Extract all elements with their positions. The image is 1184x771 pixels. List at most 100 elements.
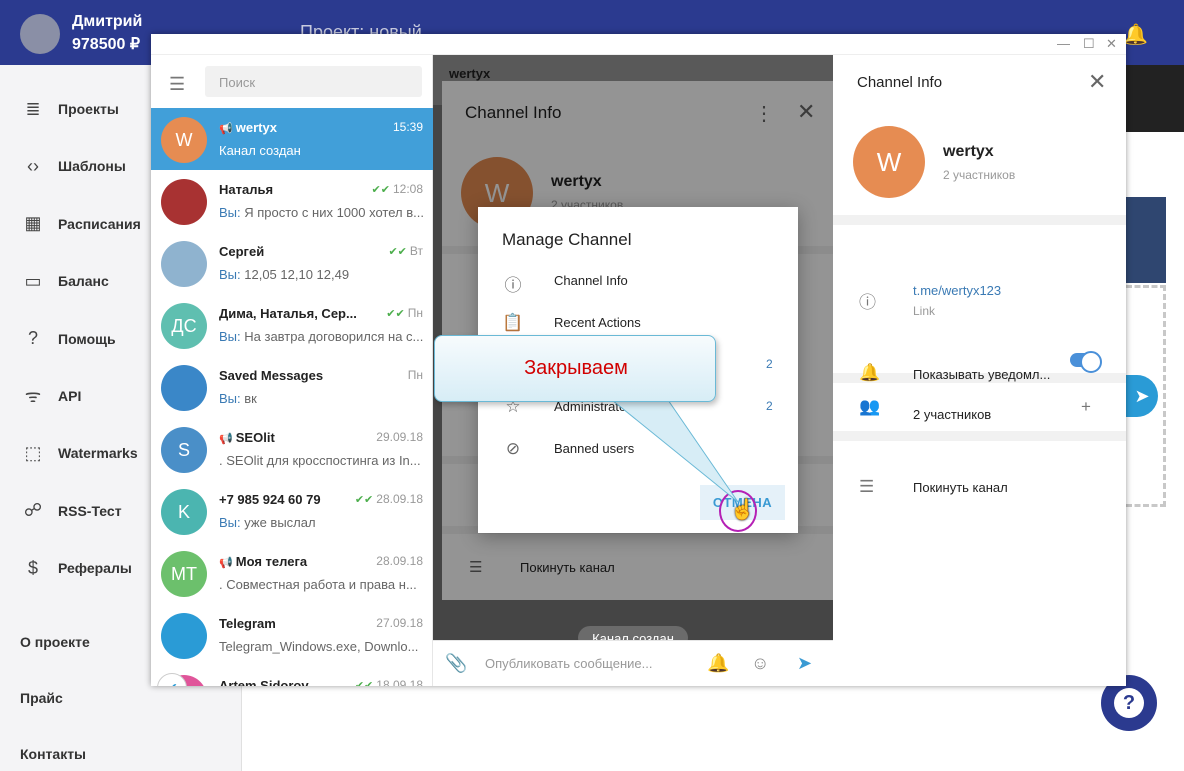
notifications-toggle[interactable] bbox=[1070, 351, 1102, 373]
chat-time: 27.09.18 bbox=[376, 616, 423, 630]
right-title: Channel Info bbox=[857, 74, 943, 91]
chat-name-text: +7 985 924 60 79 bbox=[219, 492, 321, 507]
chat-message: На завтра договорился на с... bbox=[244, 329, 424, 344]
sidebar-item-0[interactable]: ≣ Проекты bbox=[22, 94, 118, 124]
chat-time: 15:39 bbox=[393, 120, 423, 134]
modal-item[interactable]: Recent Actions bbox=[554, 315, 641, 330]
modal-item[interactable]: Channel Info bbox=[554, 273, 628, 288]
sidebar-item-7[interactable]: ☍ RSS-Тест bbox=[22, 496, 122, 526]
chat-list-item[interactable]: K +7 985 924 60 79 ✔✔ 28.09.18 Вы: уже высла… bbox=[151, 480, 433, 542]
sidebar-item-6[interactable]: ⬚ Watermarks bbox=[22, 438, 138, 468]
maximize-icon[interactable]: ☐ bbox=[1083, 36, 1095, 52]
read-check-icon: ✔✔ bbox=[386, 308, 405, 320]
sidebar-item-label: Watermarks bbox=[58, 445, 138, 462]
close-window-icon[interactable]: ✕ bbox=[1106, 36, 1117, 52]
search-input[interactable]: Поиск bbox=[205, 66, 422, 97]
sidebar-item-4[interactable]: ? Помощь bbox=[22, 324, 116, 354]
chat-list-item[interactable]: Saved Messages Пн Вы: вк bbox=[151, 356, 433, 418]
chat-preview: Вы: Я просто с них 1000 хотел в... bbox=[219, 205, 424, 220]
sidebar-item-1[interactable]: ‹› Шаблоны bbox=[22, 151, 126, 181]
sidebar-item-5[interactable]: ᯤ API bbox=[22, 381, 82, 411]
chat-list-item[interactable]: Наталья ✔✔ 12:08 Вы: Я просто с них 1000 хо… bbox=[151, 170, 433, 232]
chat-time-text: Пн bbox=[407, 368, 423, 382]
leave-channel[interactable]: Покинуть канал bbox=[913, 480, 1008, 495]
chat-avatar: K bbox=[161, 489, 207, 535]
chat-message: вк bbox=[244, 391, 257, 406]
link-label: Link bbox=[913, 304, 936, 318]
modal-item-count: 2 bbox=[766, 399, 773, 413]
sidebar-item-8[interactable]: $ Рефералы bbox=[22, 553, 132, 583]
chat-list-item[interactable]: Сергей ✔✔ Вт Вы: 12,05 12,10 12,49 bbox=[151, 232, 433, 294]
modal-title: Manage Channel bbox=[502, 230, 632, 249]
close-icon[interactable]: ✕ bbox=[1088, 69, 1106, 95]
chat-time-text: 29.09.18 bbox=[376, 430, 423, 444]
read-check-icon: ✔✔ bbox=[354, 494, 374, 506]
list-icon: ≣ bbox=[25, 98, 41, 119]
bell-icon: 🔔 bbox=[859, 363, 881, 382]
watermark-icon: ⬚ bbox=[24, 442, 42, 463]
chat-time: ✔✔ 28.09.18 bbox=[355, 492, 423, 506]
sidebar-item-3[interactable]: ▭ Баланс bbox=[22, 266, 108, 296]
chat-list-item[interactable]: W 📢 wertyx 15:39 Канал создан bbox=[151, 108, 433, 170]
preview-panel bbox=[1126, 197, 1166, 283]
chat-time-text: 12:08 bbox=[392, 182, 423, 196]
info-icon: ⓘ bbox=[859, 293, 876, 312]
calendar-icon: ▦ bbox=[24, 213, 42, 234]
bell-icon[interactable]: 🔔 bbox=[707, 653, 729, 674]
chat-list-item[interactable]: S 📢 SEOlit 29.09.18 . SEOlit для кросспости… bbox=[151, 418, 433, 480]
chat-avatar: ДС bbox=[161, 303, 207, 349]
chat-preview: Вы: вк bbox=[219, 391, 424, 406]
send-icon[interactable]: ➤ bbox=[797, 653, 812, 674]
chat-prefix: Вы: bbox=[219, 205, 245, 220]
user-name: Дмитрий bbox=[72, 13, 143, 30]
chat-time-text: 28.09.18 bbox=[376, 492, 423, 506]
attach-icon[interactable]: 📎 bbox=[445, 653, 467, 674]
chat-list-item[interactable]: Artem Sidorov ✔✔ 18.09.18 bbox=[151, 666, 433, 686]
footer-link-about[interactable]: О проекте bbox=[20, 634, 90, 650]
minimize-icon[interactable]: — bbox=[1057, 36, 1070, 51]
chat-name-text: Сергей bbox=[219, 244, 265, 259]
chat-list-item[interactable]: MT 📢 Моя телега 28.09.18 . Совместная работ… bbox=[151, 542, 433, 604]
chat-name: Дима, Наталья, Сер... bbox=[219, 306, 357, 321]
chat-prefix: Вы: bbox=[219, 267, 245, 282]
chat-time: ✔✔ 18.09.18 bbox=[355, 678, 423, 686]
chat-preview: Вы: уже выслал bbox=[219, 515, 424, 530]
chat-name-text: wertyx bbox=[235, 120, 277, 135]
chat-list-item[interactable]: ДС Дима, Наталья, Сер... ✔✔ Пн Вы: На завтра… bbox=[151, 294, 433, 356]
bell-icon[interactable]: 🔔 bbox=[1123, 22, 1148, 47]
dark-strip bbox=[1126, 65, 1184, 132]
chat-message: Telegram_Windows.exe, Downlo... bbox=[219, 639, 419, 654]
chat-time: ✔✔ Пн bbox=[386, 306, 423, 320]
megaphone-icon: 📢 bbox=[219, 433, 236, 445]
chat-name-text: SEOlit bbox=[235, 430, 275, 445]
chat-prefix: Вы: bbox=[219, 515, 245, 530]
chat-preview: . SEOlit для кросспостинга из In... bbox=[219, 453, 424, 468]
info-header: Channel Info ✕ W wertyx 2 участников bbox=[833, 55, 1126, 215]
chat-name: Artem Sidorov bbox=[219, 678, 309, 686]
footer-link-contacts[interactable]: Контакты bbox=[20, 746, 86, 762]
message-input[interactable]: Опубликовать сообщение... bbox=[485, 656, 652, 671]
chat-prefix: Вы: bbox=[219, 329, 245, 344]
add-member-icon[interactable]: + bbox=[1081, 397, 1091, 417]
members-label[interactable]: 2 участников bbox=[913, 407, 991, 422]
menu-icon[interactable]: ☰ bbox=[169, 74, 185, 95]
chat-preview: Вы: 12,05 12,10 12,49 bbox=[219, 267, 424, 282]
footer-link-price[interactable]: Прайс bbox=[20, 690, 63, 706]
chat-list-item[interactable]: Telegram 27.09.18 Telegram_Windows.exe, Do… bbox=[151, 604, 433, 666]
emoji-icon[interactable]: ☺ bbox=[751, 653, 769, 674]
sidebar-item-2[interactable]: ▦ Расписания bbox=[22, 209, 140, 239]
chat-name: Saved Messages bbox=[219, 368, 323, 383]
chat-name-text: Наталья bbox=[219, 182, 274, 197]
sidebar-item-label: Помощь bbox=[58, 330, 116, 347]
leave-block bbox=[833, 441, 1126, 686]
notifications-label: Показывать уведомл... bbox=[913, 367, 1051, 382]
chat-time-text: 27.09.18 bbox=[376, 616, 423, 630]
chat-time: ✔✔ Вт bbox=[388, 244, 423, 258]
megaphone-icon: 📢 bbox=[219, 123, 236, 135]
chat-avatar: W bbox=[161, 117, 207, 163]
chat-name: Telegram bbox=[219, 616, 276, 631]
chat-time: ✔✔ 12:08 bbox=[372, 182, 423, 196]
modal-item[interactable]: Banned users bbox=[554, 441, 634, 456]
channel-link[interactable]: t.me/wertyx123 bbox=[913, 283, 1001, 298]
user-avatar[interactable] bbox=[20, 14, 60, 54]
